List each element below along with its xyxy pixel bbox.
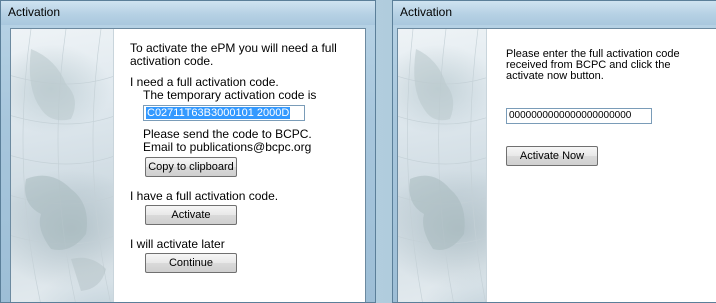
dialog-content: To activate the ePM you will need a full…: [113, 29, 365, 302]
window-title: Activation: [400, 5, 453, 19]
dialog-content: Please enter the full activation code re…: [486, 29, 716, 302]
activation-dialog-right: Activation Please enter the full activat…: [392, 0, 716, 303]
activate-now-button[interactable]: Activate Now: [506, 146, 598, 166]
activation-code-input[interactable]: 0000000000000000000000: [506, 108, 652, 124]
copy-to-clipboard-button[interactable]: Copy to clipboard: [145, 157, 237, 177]
globe-image: [11, 29, 114, 302]
have-code-heading: I have a full activation code.: [130, 189, 279, 203]
temp-code-field[interactable]: C02711T63B3000101 2000D: [143, 105, 305, 121]
globe-illustration: [11, 29, 113, 302]
temp-code-value: C02711T63B3000101 2000D: [146, 107, 291, 119]
email-text: Email to publications@bcpc.org: [143, 140, 312, 154]
dialog-client-area: To activate the ePM you will need a full…: [10, 28, 366, 302]
title-bar[interactable]: Activation: [1, 1, 375, 25]
instruction-line-3: activate now button.: [506, 70, 604, 82]
globe-illustration: [398, 29, 486, 302]
activate-button[interactable]: Activate: [145, 205, 237, 225]
window-title: Activation: [8, 5, 61, 19]
need-code-heading: I need a full activation code.: [130, 75, 279, 89]
dialog-client-area: Please enter the full activation code re…: [397, 28, 716, 302]
send-code-text: Please send the code to BCPC.: [143, 127, 312, 141]
intro-line-1: To activate the ePM you will need a full: [130, 41, 337, 55]
intro-line-2: activation code.: [130, 54, 214, 68]
title-bar[interactable]: Activation: [393, 1, 716, 25]
continue-button[interactable]: Continue: [145, 253, 237, 273]
globe-image: [398, 29, 487, 302]
temp-code-label: The temporary activation code is: [143, 88, 317, 102]
activation-dialog-left: Activation To activate the ePM you will …: [0, 0, 376, 303]
later-heading: I will activate later: [130, 237, 225, 251]
